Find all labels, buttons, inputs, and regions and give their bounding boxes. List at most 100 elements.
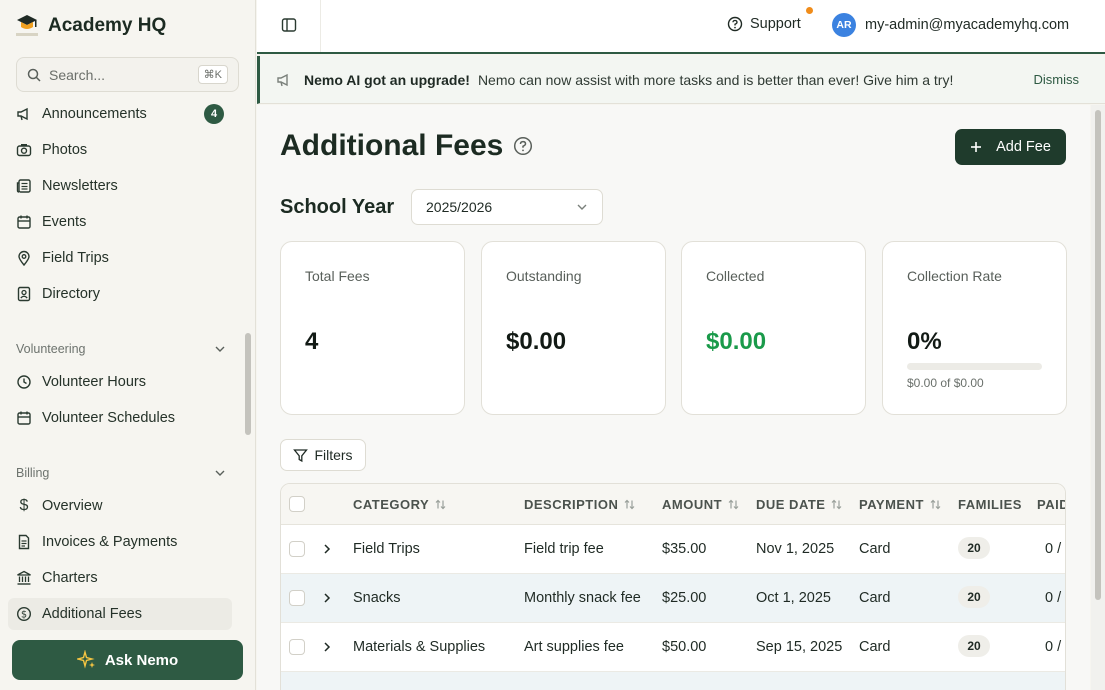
school-year-value: 2025/2026 [426, 199, 493, 215]
column-header-amount[interactable]: AMOUNT [662, 497, 740, 512]
plus-icon [971, 142, 982, 152]
table-row-partial[interactable] [281, 672, 1065, 690]
sidebar-item-volunteer-schedules[interactable]: Volunteer Schedules [8, 402, 232, 434]
cell-paid: 0 / [1045, 639, 1062, 655]
column-header-families[interactable]: FAMILIES [958, 497, 1022, 512]
sidebar-item-field-trips[interactable]: Field Trips [8, 242, 232, 274]
chevron-right-icon[interactable] [321, 543, 333, 555]
sidebar-toggle-button[interactable] [281, 17, 297, 38]
support-label: Support [750, 16, 801, 32]
app-name: Academy HQ [48, 15, 167, 36]
sidebar-item-label: Directory [42, 286, 101, 302]
column-header-label: PAID [1037, 497, 1066, 512]
filters-label: Filters [314, 447, 353, 463]
filters-button[interactable]: Filters [280, 439, 366, 471]
cell-payment: Card [859, 590, 891, 606]
search-input[interactable]: Search... ⌘K [16, 57, 239, 92]
help-circle-icon[interactable] [513, 136, 533, 156]
sidebar-item-directory[interactable]: Directory [8, 278, 232, 310]
section-billing[interactable]: Billing [16, 466, 226, 480]
sort-icon [435, 499, 446, 510]
column-header-category[interactable]: CATEGORY [353, 497, 447, 512]
collection-progress-bar [907, 363, 1042, 370]
sidebar-nav: Announcements 4 Photos Newsletters Event… [0, 104, 240, 634]
sidebar-item-label: Additional Fees [42, 606, 142, 622]
chevron-down-icon [215, 470, 225, 476]
add-fee-button[interactable]: Add Fee [955, 129, 1066, 165]
announcements-badge: 4 [204, 104, 224, 124]
contact-book-icon [16, 286, 32, 302]
sidebar-item-invoices-payments[interactable]: Invoices & Payments [8, 526, 232, 558]
table-row[interactable]: Snacks Monthly snack fee $25.00 Oct 1, 2… [281, 574, 1065, 623]
stat-value: 0% [907, 328, 942, 355]
brand[interactable]: Academy HQ [16, 12, 166, 40]
map-pin-icon [16, 250, 32, 266]
stat-card-collection-rate: Collection Rate 0% $0.00 of $0.00 [882, 241, 1067, 415]
academy-logo-icon [16, 13, 38, 39]
school-year-select[interactable]: 2025/2026 [411, 189, 603, 225]
column-header-label: FAMILIES [958, 497, 1022, 512]
cell-paid: 0 / [1045, 541, 1062, 557]
cell-amount: $25.00 [662, 590, 707, 606]
cell-families: 20 [958, 635, 990, 657]
column-header-label: DESCRIPTION [524, 497, 619, 512]
cell-families: 20 [958, 537, 990, 559]
megaphone-icon [277, 73, 288, 86]
support-button[interactable]: Support [727, 16, 801, 32]
sidebar-item-overview[interactable]: $ Overview [8, 490, 232, 522]
stat-card-total-fees: Total Fees 4 [280, 241, 465, 415]
sidebar-scrollbar[interactable] [245, 333, 251, 435]
stat-label: Collected [706, 268, 765, 284]
chevron-right-icon[interactable] [321, 592, 333, 604]
column-header-paid[interactable]: PAID [1037, 497, 1066, 512]
search-placeholder: Search... [49, 66, 106, 83]
main-scrollbar[interactable] [1095, 110, 1101, 600]
fees-table: CATEGORY DESCRIPTION AMOUNT DUE DATE PAY… [280, 483, 1066, 690]
sidebar-item-events[interactable]: Events [8, 206, 232, 238]
row-checkbox[interactable] [289, 590, 305, 606]
sidebar-item-label: Newsletters [42, 178, 118, 194]
user-menu[interactable]: AR my-admin@myacademyhq.com [832, 13, 1069, 37]
sort-icon [832, 499, 842, 510]
sidebar-item-volunteer-hours[interactable]: Volunteer Hours [8, 366, 232, 398]
section-label: Billing [16, 466, 50, 480]
table-row[interactable]: Field Trips Field trip fee $35.00 Nov 1,… [281, 525, 1065, 574]
sidebar-item-charters[interactable]: Charters [8, 562, 232, 594]
chevron-right-icon[interactable] [321, 641, 333, 653]
column-header-label: DUE DATE [756, 497, 826, 512]
stat-value: $0.00 [506, 328, 567, 355]
main-content: Additional Fees Add Fee School Year 2025… [257, 105, 1090, 690]
stat-label: Collection Rate [907, 268, 1002, 284]
cell-families: 20 [958, 586, 990, 608]
cell-due-date: Oct 1, 2025 [756, 590, 831, 606]
section-volunteering[interactable]: Volunteering [16, 342, 226, 356]
ask-nemo-label: Ask Nemo [104, 651, 179, 669]
row-checkbox[interactable] [289, 541, 305, 557]
sidebar-item-photos[interactable]: Photos [8, 134, 232, 166]
select-all-checkbox[interactable] [289, 496, 305, 512]
column-header-payment[interactable]: PAYMENT [859, 497, 942, 512]
column-header-label: PAYMENT [859, 497, 924, 512]
table-row[interactable]: Materials & Supplies Art supplies fee $5… [281, 623, 1065, 672]
column-header-description[interactable]: DESCRIPTION [524, 497, 636, 512]
sidebar-item-label: Volunteer Hours [42, 374, 146, 390]
document-icon [16, 534, 32, 550]
cell-payment: Card [859, 639, 891, 655]
sidebar-item-newsletters[interactable]: Newsletters [8, 170, 232, 202]
add-fee-label: Add Fee [996, 139, 1051, 155]
cell-amount: $50.00 [662, 639, 707, 655]
column-header-due-date[interactable]: DUE DATE [756, 497, 843, 512]
cell-category: Materials & Supplies [353, 639, 486, 655]
ask-nemo-button[interactable]: Ask Nemo [12, 640, 243, 680]
cell-payment: Card [859, 541, 891, 557]
dismiss-button[interactable]: Dismiss [1034, 72, 1080, 87]
sidebar-item-announcements[interactable]: Announcements 4 [8, 104, 232, 130]
sort-icon [728, 499, 739, 510]
upgrade-banner: Nemo AI got an upgrade! Nemo can now ass… [257, 56, 1105, 104]
filter-icon [293, 448, 309, 462]
topbar-divider [320, 0, 321, 52]
topbar: Support AR my-admin@myacademyhq.com [257, 0, 1105, 54]
sidebar-item-additional-fees[interactable]: $ Additional Fees [8, 598, 232, 630]
row-checkbox[interactable] [289, 639, 305, 655]
dollar-icon: $ [19, 497, 29, 514]
